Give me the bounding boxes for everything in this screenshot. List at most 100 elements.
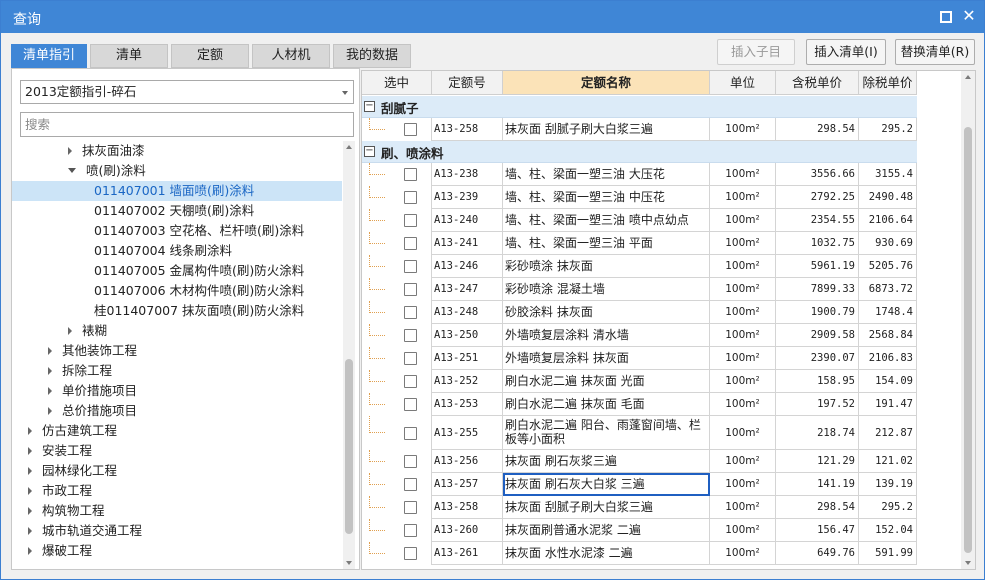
- scroll-down-icon[interactable]: [346, 561, 352, 565]
- row-checkbox[interactable]: [404, 398, 417, 411]
- row-checkbox[interactable]: [404, 123, 417, 136]
- select-cell[interactable]: [362, 473, 432, 496]
- col-header-tax-price[interactable]: 含税单价: [776, 71, 859, 95]
- caret-right-icon[interactable]: [68, 147, 72, 155]
- caret-right-icon[interactable]: [48, 407, 52, 415]
- replace-list-button[interactable]: 替换清单(R): [895, 39, 975, 65]
- table-row[interactable]: A13-240 墙、柱、梁面一塑三油 喷中点幼点 100m² 2354.55 2106.…: [362, 209, 917, 232]
- collapse-icon[interactable]: −: [364, 146, 375, 157]
- select-cell[interactable]: [362, 519, 432, 542]
- row-checkbox[interactable]: [404, 329, 417, 342]
- tab-list[interactable]: 清单: [90, 44, 168, 68]
- caret-right-icon[interactable]: [28, 527, 32, 535]
- tree-node[interactable]: 单价措施项目: [12, 381, 342, 401]
- table-row[interactable]: A13-248 砂胶涂料 抹灰面 100m² 1900.79 1748.4: [362, 301, 917, 324]
- grid-scrollbar[interactable]: [961, 71, 975, 569]
- tree-node[interactable]: 011407004 线条刷涂料: [12, 241, 342, 261]
- table-row[interactable]: A13-253 刷白水泥二遍 抹灰面 毛面 100m² 197.52 191.47: [362, 393, 917, 416]
- scroll-thumb[interactable]: [345, 359, 353, 534]
- tree-node[interactable]: 桂011407007 抹灰面喷(刷)防火涂料: [12, 301, 342, 321]
- group-row[interactable]: − 刮腻子: [362, 96, 917, 118]
- tree-node[interactable]: 构筑物工程: [12, 501, 342, 521]
- tree-node[interactable]: 园林绿化工程: [12, 461, 342, 481]
- row-checkbox[interactable]: [404, 191, 417, 204]
- scroll-thumb[interactable]: [964, 127, 972, 553]
- table-row[interactable]: A13-238 墙、柱、梁面一塑三油 大压花 100m² 3556.66 3155.4: [362, 163, 917, 186]
- col-header-name[interactable]: 定额名称: [503, 71, 710, 95]
- row-checkbox[interactable]: [404, 375, 417, 388]
- row-checkbox[interactable]: [404, 306, 417, 319]
- tree-node[interactable]: 总价措施项目: [12, 401, 342, 421]
- table-row[interactable]: A13-252 刷白水泥二遍 抹灰面 光面 100m² 158.95 154.09: [362, 370, 917, 393]
- scroll-up-icon[interactable]: [965, 75, 971, 79]
- tab-quota[interactable]: 定额: [171, 44, 249, 68]
- select-cell[interactable]: [362, 278, 432, 301]
- scroll-up-icon[interactable]: [346, 145, 352, 149]
- row-checkbox[interactable]: [404, 524, 417, 537]
- row-checkbox[interactable]: [404, 501, 417, 514]
- tab-my-data[interactable]: 我的数据: [333, 44, 411, 68]
- row-checkbox[interactable]: [404, 455, 417, 468]
- table-row[interactable]: A13-251 外墙喷复层涂料 抹灰面 100m² 2390.07 2106.83: [362, 347, 917, 370]
- row-checkbox[interactable]: [404, 260, 417, 273]
- tree-node[interactable]: 011407001 墙面喷(刷)涂料: [12, 181, 342, 201]
- table-row[interactable]: A13-257 抹灰面 刷石灰大白浆 三遍 100m² 141.19 139.19: [362, 473, 917, 496]
- search-input[interactable]: [20, 112, 354, 137]
- tree-node[interactable]: 仿古建筑工程: [12, 421, 342, 441]
- tree-node[interactable]: 011407003 空花格、栏杆喷(刷)涂料: [12, 221, 342, 241]
- scroll-down-icon[interactable]: [965, 561, 971, 565]
- caret-right-icon[interactable]: [48, 347, 52, 355]
- tree-scrollbar[interactable]: [343, 141, 355, 569]
- guide-dropdown[interactable]: 2013定额指引-碎石: [20, 80, 354, 104]
- row-checkbox[interactable]: [404, 283, 417, 296]
- tree-node[interactable]: 喷(刷)涂料: [12, 161, 342, 181]
- select-cell[interactable]: [362, 186, 432, 209]
- tree-node[interactable]: 011407005 金属构件喷(刷)防火涂料: [12, 261, 342, 281]
- select-cell[interactable]: [362, 450, 432, 473]
- caret-right-icon[interactable]: [28, 427, 32, 435]
- caret-right-icon[interactable]: [48, 367, 52, 375]
- tree-node[interactable]: 011407006 木材构件喷(刷)防火涂料: [12, 281, 342, 301]
- select-cell[interactable]: [362, 542, 432, 565]
- select-cell[interactable]: [362, 209, 432, 232]
- table-row[interactable]: A13-239 墙、柱、梁面一塑三油 中压花 100m² 2792.25 2490.48: [362, 186, 917, 209]
- select-cell[interactable]: [362, 301, 432, 324]
- restore-icon[interactable]: [937, 8, 953, 24]
- row-checkbox[interactable]: [404, 352, 417, 365]
- table-row[interactable]: A13-258 抹灰面 刮腻子刷大白浆三遍 100m² 298.54 295.2: [362, 118, 917, 141]
- select-cell[interactable]: [362, 496, 432, 519]
- tree-node[interactable]: 裱糊: [12, 321, 342, 341]
- close-icon[interactable]: ✕: [961, 8, 977, 24]
- row-checkbox[interactable]: [404, 547, 417, 560]
- select-cell[interactable]: [362, 255, 432, 278]
- row-checkbox[interactable]: [404, 237, 417, 250]
- col-header-notax-price[interactable]: 除税单价: [859, 71, 917, 95]
- tree-node[interactable]: 其他装饰工程: [12, 341, 342, 361]
- select-cell[interactable]: [362, 232, 432, 255]
- tree-node[interactable]: 拆除工程: [12, 361, 342, 381]
- row-checkbox[interactable]: [404, 168, 417, 181]
- tab-list-guide[interactable]: 清单指引: [11, 44, 87, 68]
- select-cell[interactable]: [362, 118, 432, 141]
- group-row[interactable]: − 刷、喷涂料: [362, 141, 917, 163]
- col-header-code[interactable]: 定额号: [432, 71, 503, 95]
- tree-node[interactable]: 爆破工程: [12, 541, 342, 561]
- table-row[interactable]: A13-247 彩砂喷涂 混凝土墙 100m² 7899.33 6873.72: [362, 278, 917, 301]
- col-header-select[interactable]: 选中: [362, 71, 432, 95]
- caret-right-icon[interactable]: [48, 387, 52, 395]
- caret-right-icon[interactable]: [68, 327, 72, 335]
- caret-right-icon[interactable]: [28, 447, 32, 455]
- tab-labor-material[interactable]: 人材机: [252, 44, 330, 68]
- select-cell[interactable]: [362, 416, 432, 450]
- tree-node[interactable]: 安装工程: [12, 441, 342, 461]
- tree-node[interactable]: 011407002 天棚喷(刷)涂料: [12, 201, 342, 221]
- collapse-icon[interactable]: −: [364, 101, 375, 112]
- table-row[interactable]: A13-241 墙、柱、梁面一塑三油 平面 100m² 1032.75 930.69: [362, 232, 917, 255]
- caret-down-icon[interactable]: [68, 168, 76, 173]
- caret-right-icon[interactable]: [28, 467, 32, 475]
- caret-right-icon[interactable]: [28, 487, 32, 495]
- row-checkbox[interactable]: [404, 427, 417, 440]
- table-row[interactable]: A13-246 彩砂喷涂 抹灰面 100m² 5961.19 5205.76: [362, 255, 917, 278]
- select-cell[interactable]: [362, 393, 432, 416]
- row-checkbox[interactable]: [404, 478, 417, 491]
